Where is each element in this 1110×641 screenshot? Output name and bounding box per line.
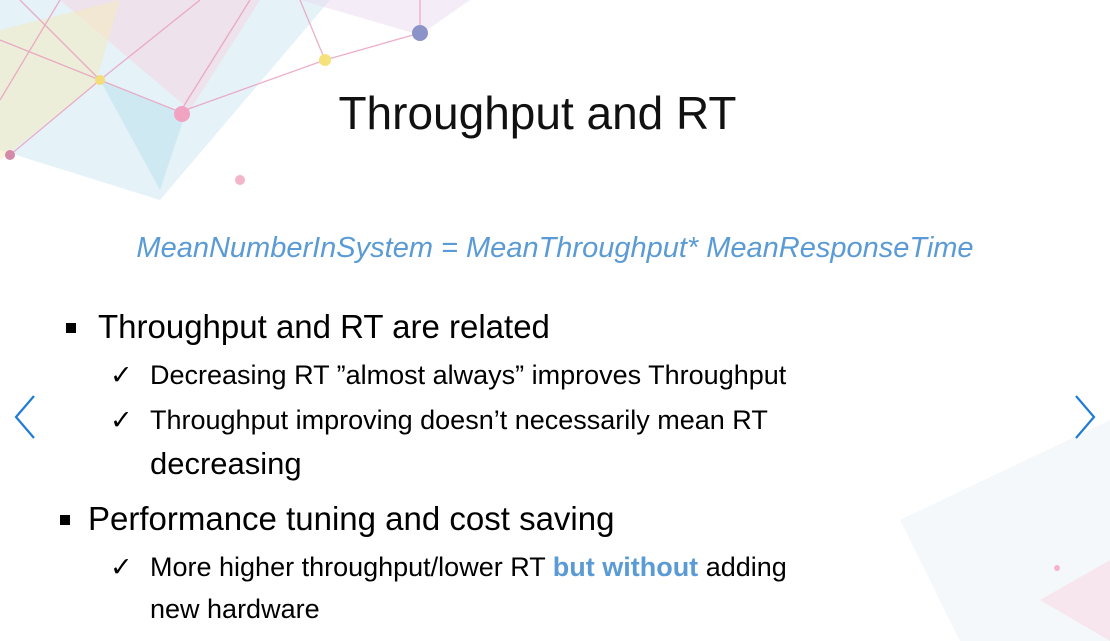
- checkmark-icon: ✓: [110, 552, 133, 582]
- bullet-item: Performance tuning and cost saving: [60, 500, 615, 538]
- next-slide-button[interactable]: [1070, 392, 1100, 442]
- sub-bullet-text: Throughput improving doesn’t necessarily…: [150, 405, 768, 435]
- bullet-text: Throughput and RT are related: [98, 308, 550, 345]
- sub-bullet-text-start: More higher throughput/lower RT: [150, 552, 553, 582]
- chevron-left-icon: [14, 395, 35, 439]
- emphasis-text: but without: [552, 552, 699, 582]
- sub-bullet-item: ✓ More higher throughput/lower RT but wi…: [110, 552, 787, 583]
- formula-text: MeanNumberInSystem = MeanThroughput* Mea…: [136, 232, 974, 264]
- square-bullet-icon: [60, 515, 70, 525]
- sub-bullet-item: ✓ Throughput improving doesn’t necessari…: [110, 405, 768, 436]
- prev-slide-button[interactable]: [10, 392, 40, 442]
- checkmark-icon: ✓: [110, 360, 133, 390]
- chevron-right-icon: [1075, 395, 1096, 439]
- bullet-item: Throughput and RT are related: [66, 308, 550, 346]
- sub-bullet-item: ✓ Decreasing RT ”almost always” improves…: [110, 360, 787, 391]
- slide-title: Throughput and RT: [338, 87, 737, 139]
- sub-bullet-continuation: decreasing: [150, 446, 302, 481]
- checkmark-icon: ✓: [110, 405, 133, 435]
- sub-bullet-continuation: new hardware: [150, 594, 320, 624]
- sub-bullet-text-end: adding: [698, 552, 787, 582]
- bullet-text: Performance tuning and cost saving: [88, 500, 615, 537]
- square-bullet-icon: [66, 323, 76, 333]
- sub-bullet-text: Decreasing RT ”almost always” improves T…: [150, 360, 787, 390]
